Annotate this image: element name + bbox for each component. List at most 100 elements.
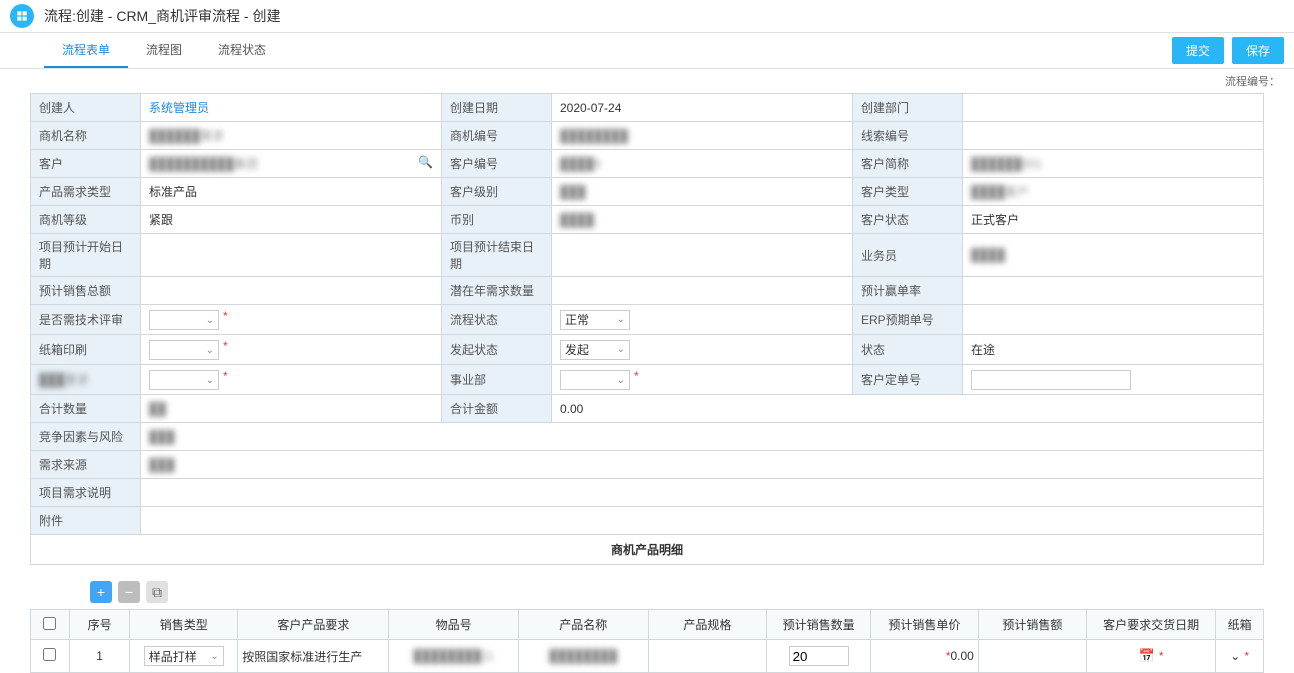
- label-prod-req-type: 产品需求类型: [31, 178, 141, 206]
- col-spec: 产品规格: [648, 610, 767, 640]
- combo-biz-unit[interactable]: ⌄: [560, 370, 630, 390]
- required-marker: *: [223, 369, 228, 383]
- row-checkbox[interactable]: [43, 648, 56, 661]
- value-req-source[interactable]: ███: [149, 458, 175, 472]
- submit-button[interactable]: 提交: [1172, 37, 1224, 64]
- label-create-dept: 创建部门: [853, 94, 963, 122]
- combo-sale-type[interactable]: 样品打样⌄: [144, 646, 224, 666]
- required-marker: *: [223, 339, 228, 353]
- cell-item-no[interactable]: ████████11: [413, 649, 493, 663]
- calendar-icon[interactable]: 📅: [1139, 648, 1155, 663]
- label-status: 状态: [853, 335, 963, 365]
- combo-init-status[interactable]: 发起⌄: [560, 340, 630, 360]
- combo-requirement[interactable]: ⌄: [149, 370, 219, 390]
- value-customer[interactable]: ██████████集团: [149, 157, 258, 171]
- label-biz-unit: 事业部: [442, 365, 552, 395]
- chevron-down-icon[interactable]: ⌄: [1230, 649, 1240, 663]
- tab-flowchart[interactable]: 流程图: [128, 33, 200, 68]
- label-sales: 业务员: [853, 234, 963, 277]
- label-cust-order-no: 客户定单号: [853, 365, 963, 395]
- col-item-no: 物品号: [389, 610, 519, 640]
- cell-est-amt[interactable]: [978, 640, 1086, 673]
- input-cust-order-no[interactable]: [971, 370, 1131, 390]
- value-currency: ████: [560, 213, 594, 227]
- value-sales: ████: [971, 248, 1005, 262]
- label-init-status: 发起状态: [442, 335, 552, 365]
- label-cust-no: 客户编号: [442, 150, 552, 178]
- cell-est-price[interactable]: 0.00: [950, 649, 973, 663]
- search-icon[interactable]: 🔍: [418, 155, 433, 169]
- value-opp-no: ████████: [560, 129, 628, 143]
- value-win-rate[interactable]: [963, 277, 1264, 305]
- label-need-tech: 是否需技术评审: [31, 305, 141, 335]
- chevron-down-icon: ⌄: [206, 315, 214, 326]
- input-est-qty[interactable]: [789, 646, 849, 666]
- detail-grid: 序号 销售类型 客户产品要求 物品号 产品名称 产品规格 预计销售数量 预计销售…: [30, 609, 1264, 673]
- table-row: 1 样品打样⌄ 按照国家标准进行生产 ████████11 ████████ *…: [31, 640, 1264, 673]
- value-erp-no[interactable]: [963, 305, 1264, 335]
- value-create-dept: [963, 94, 1264, 122]
- cell-spec[interactable]: [648, 640, 767, 673]
- label-total-qty: 合计数量: [31, 395, 141, 423]
- chevron-down-icon: ⌄: [206, 345, 214, 356]
- required-marker: *: [223, 309, 228, 323]
- chevron-down-icon: ⌄: [206, 375, 214, 386]
- chevron-down-icon: ⌄: [617, 375, 625, 386]
- value-lead-no: [963, 122, 1264, 150]
- col-sale-type: 销售类型: [130, 610, 238, 640]
- combo-proc-status[interactable]: 正常⌄: [560, 310, 630, 330]
- col-est-price: 预计销售单价: [870, 610, 978, 640]
- value-proj-desc[interactable]: [141, 479, 1264, 507]
- value-cust-status: 正式客户: [963, 206, 1264, 234]
- value-est-total[interactable]: [141, 277, 442, 305]
- copy-row-button[interactable]: ⧉: [146, 581, 168, 603]
- value-proj-start[interactable]: [141, 234, 442, 277]
- save-button[interactable]: 保存: [1232, 37, 1284, 64]
- process-number-label: 流程编号：: [0, 69, 1294, 93]
- cell-prod-name[interactable]: ████████: [549, 649, 617, 663]
- value-cust-type: ████客户: [971, 185, 1029, 199]
- col-req-date: 客户要求交货日期: [1086, 610, 1216, 640]
- chevron-down-icon: ⌄: [210, 651, 218, 662]
- value-attach[interactable]: [141, 507, 1264, 535]
- value-compete[interactable]: ███: [149, 430, 175, 444]
- label-cust-type: 客户类型: [853, 178, 963, 206]
- required-marker: *: [1244, 649, 1249, 663]
- label-opp-name: 商机名称: [31, 122, 141, 150]
- col-prod-name: 产品名称: [518, 610, 648, 640]
- value-proj-end[interactable]: [552, 234, 853, 277]
- required-marker: *: [634, 369, 639, 383]
- page-title: 流程:创建 - CRM_商机评审流程 - 创建: [44, 6, 1284, 26]
- label-creator: 创建人: [31, 94, 141, 122]
- label-proj-start: 项目预计开始日期: [31, 234, 141, 277]
- combo-need-tech[interactable]: ⌄: [149, 310, 219, 330]
- value-cust-short: ██████001: [971, 157, 1042, 171]
- label-req-source: 需求来源: [31, 451, 141, 479]
- combo-carton-print[interactable]: ⌄: [149, 340, 219, 360]
- label-proj-end: 项目预计结束日期: [442, 234, 552, 277]
- label-attach: 附件: [31, 507, 141, 535]
- add-row-button[interactable]: +: [90, 581, 112, 603]
- chevron-down-icon: ⌄: [617, 344, 625, 355]
- label-pot-qty: 潜在年需求数量: [442, 277, 552, 305]
- value-total-qty: ██: [149, 402, 166, 416]
- value-opp-level: 紧跟: [141, 206, 442, 234]
- delete-row-button[interactable]: −: [118, 581, 140, 603]
- tab-form[interactable]: 流程表单: [44, 33, 128, 68]
- grid-check-all[interactable]: [43, 617, 56, 630]
- label-lead-no: 线索编号: [853, 122, 963, 150]
- value-prod-req-type: 标准产品: [141, 178, 442, 206]
- value-pot-qty[interactable]: [552, 277, 853, 305]
- tab-status[interactable]: 流程状态: [200, 33, 284, 68]
- label-proc-status: 流程状态: [442, 305, 552, 335]
- label-cust-level: 客户级别: [442, 178, 552, 206]
- detail-section-title: 商机产品明细: [30, 535, 1264, 565]
- value-create-date: 2020-07-24: [552, 94, 853, 122]
- label-cust-status: 客户状态: [853, 206, 963, 234]
- value-creator[interactable]: 系统管理员: [149, 101, 209, 115]
- col-est-qty: 预计销售数量: [767, 610, 871, 640]
- app-logo: [10, 4, 34, 28]
- value-cust-level: ███: [560, 185, 586, 199]
- label-cust-short: 客户简称: [853, 150, 963, 178]
- cell-cust-req[interactable]: 按照国家标准进行生产: [238, 640, 389, 673]
